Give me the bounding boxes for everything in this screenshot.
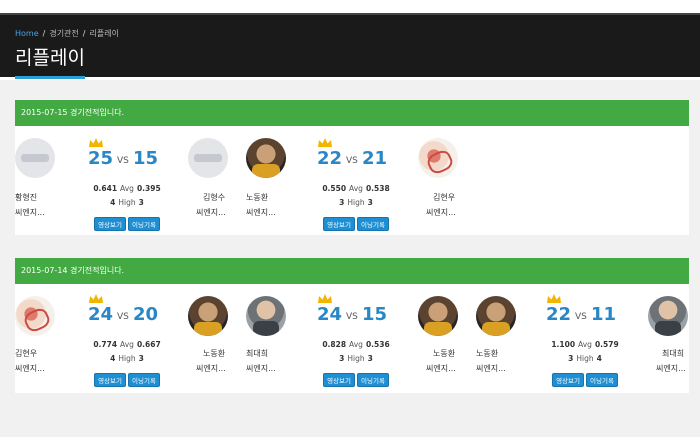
match-section-2: 2015-07-14 경기전적입니다. 김현우 씨엔지... 24 VS 20 … [15, 258, 689, 393]
breadcrumb-home[interactable]: Home [15, 29, 39, 38]
inning-record-button[interactable]: 이닝기록 [357, 217, 389, 231]
high-row: 3 High 3 [339, 198, 373, 207]
avg-row: 0.641 Avg 0.395 [93, 184, 161, 193]
vs-label: VS [117, 156, 129, 166]
player-team: 씨엔지... [426, 208, 456, 217]
player-avatar[interactable] [418, 138, 458, 178]
player-name: 김형수 [203, 193, 226, 202]
score-left: 22 [546, 304, 572, 325]
vs-label: VS [117, 312, 129, 322]
score-right: 15 [362, 304, 388, 325]
player-name: 노동환 [246, 193, 269, 202]
player-team: 씨엔지... [15, 208, 45, 217]
match-score: 22 VS 11 1.100 Avg 0.579 3 High 4 영상보기 이닝기록 [530, 294, 640, 387]
avg-row: 1.100 Avg 0.579 [551, 340, 619, 349]
avg-row: 0.828 Avg 0.536 [322, 340, 390, 349]
score-right: 21 [362, 148, 388, 169]
top-strip [0, 0, 700, 15]
player-avatar[interactable] [418, 296, 458, 336]
high-row: 4 High 3 [110, 198, 144, 207]
player-team: 씨엔지... [656, 364, 686, 373]
match-score: 25 VS 15 0.641 Avg 0.395 4 High 3 영상보기 이닝기록 [72, 138, 182, 231]
player-avatar[interactable] [246, 296, 286, 336]
avg-row: 0.774 Avg 0.667 [93, 340, 161, 349]
player-team: 씨엔지... [196, 364, 226, 373]
player-team: 씨엔지... [196, 208, 226, 217]
video-button[interactable]: 영상보기 [323, 373, 355, 387]
page-title: 리플레이 [15, 47, 85, 69]
video-button[interactable]: 영상보기 [323, 217, 355, 231]
title-underline [15, 76, 85, 79]
vs-label: VS [575, 312, 587, 322]
player-team: 씨엔지... [246, 364, 276, 373]
player-avatar[interactable] [246, 138, 286, 178]
video-button[interactable]: 영상보기 [552, 373, 584, 387]
player-name: 황형진 [15, 193, 38, 202]
player-name: 최대희 [246, 349, 269, 358]
vs-label: VS [346, 156, 358, 166]
player-team: 씨엔지... [246, 208, 276, 217]
player-team: 씨엔지... [476, 364, 506, 373]
player-name: 노동환 [476, 349, 499, 358]
inning-record-button[interactable]: 이닝기록 [357, 373, 389, 387]
inning-record-button[interactable]: 이닝기록 [586, 373, 618, 387]
inning-record-button[interactable]: 이닝기록 [128, 373, 160, 387]
score-right: 11 [591, 304, 617, 325]
match-score: 22 VS 21 0.550 Avg 0.538 3 High 3 영상보기 이닝기록 [301, 138, 411, 231]
section-date-bar: 2015-07-15 경기전적입니다. [15, 100, 689, 126]
player-name: 김현우 [15, 349, 38, 358]
inning-record-button[interactable]: 이닝기록 [128, 217, 160, 231]
player-avatar[interactable] [476, 296, 516, 336]
player-name: 노동환 [433, 349, 456, 358]
player-team: 씨엔지... [426, 364, 456, 373]
video-button[interactable]: 영상보기 [94, 217, 126, 231]
score-left: 24 [317, 304, 343, 325]
video-button[interactable]: 영상보기 [94, 373, 126, 387]
match-score: 24 VS 20 0.774 Avg 0.667 4 High 3 영상보기 이닝기록 [72, 294, 182, 387]
breadcrumb: Home / 경기관전 / 리플레이 [15, 29, 119, 38]
score-right: 15 [133, 148, 159, 169]
player-name: 노동환 [203, 349, 226, 358]
breadcrumb-games[interactable]: 경기관전 [49, 29, 78, 38]
avg-row: 0.550 Avg 0.538 [322, 184, 390, 193]
score-left: 22 [317, 148, 343, 169]
match-section-1: 2015-07-15 경기전적입니다. 황형진 씨엔지... 25 VS 15 … [15, 100, 689, 235]
score-left: 25 [88, 148, 114, 169]
high-row: 4 High 3 [110, 354, 144, 363]
section-date-bar: 2015-07-14 경기전적입니다. [15, 258, 689, 284]
player-name: 최대희 [662, 349, 685, 358]
player-avatar[interactable] [15, 296, 55, 336]
player-avatar[interactable] [648, 296, 688, 336]
match-score: 24 VS 15 0.828 Avg 0.536 3 High 3 영상보기 이닝기록 [301, 294, 411, 387]
page-header: Home / 경기관전 / 리플레이 리플레이 [0, 15, 700, 77]
score-left: 24 [88, 304, 114, 325]
vs-label: VS [346, 312, 358, 322]
player-name: 김현우 [433, 193, 456, 202]
player-avatar[interactable] [15, 138, 55, 178]
breadcrumb-current: 리플레이 [89, 29, 119, 38]
player-avatar[interactable] [188, 138, 228, 178]
high-row: 3 High 4 [568, 354, 602, 363]
player-avatar[interactable] [188, 296, 228, 336]
player-team: 씨엔지... [15, 364, 45, 373]
high-row: 3 High 3 [339, 354, 373, 363]
score-right: 20 [133, 304, 159, 325]
